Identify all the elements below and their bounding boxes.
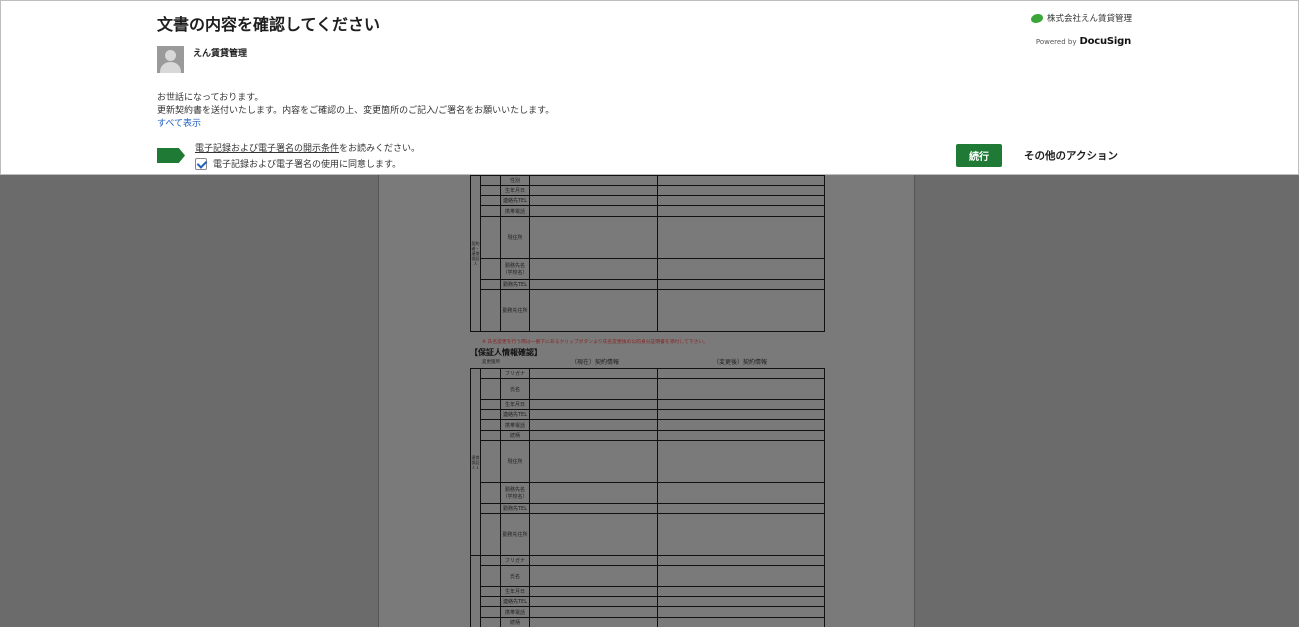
disclosure-text: 電子記録および電子署名の開示条件をお読みください。 [195, 141, 420, 154]
row-label: 氏名 [500, 378, 530, 400]
message-line-1: お世話になっております。 [157, 93, 264, 103]
table-row: 生年月日 [471, 399, 825, 410]
docusign-logo: DocuSign [1079, 36, 1131, 47]
guarantor-table-1: 連帯保証人１ フリガナ 氏名 生年月日 連絡先TEL 携帯電話 続柄 現住所 勤… [470, 368, 825, 556]
row-label: 氏名 [500, 565, 530, 587]
table-row: 勤務先TEL [471, 279, 825, 290]
table-row: フリガナ [470, 555, 825, 627]
agree-label: 電子記録および電子署名の使用に同意します。 [213, 160, 402, 170]
name-change-note: ※ 氏名変更を行う際は一番下にあるクリップボタンより氏名変更後の公的身分証明書を… [482, 340, 708, 345]
more-actions-button[interactable]: その他のアクション [1024, 148, 1118, 163]
avatar-head-icon [165, 50, 176, 61]
row-label: 勤務先住所 [500, 289, 530, 332]
sender-avatar [157, 46, 184, 73]
table-row: 契約者・連帯保証人 性別 [470, 175, 825, 332]
sender-name: えん賃貸管理 [193, 49, 248, 59]
row-label: 勤務先TEL [500, 279, 530, 290]
row-label: 連絡先TEL [500, 596, 530, 607]
row-label: 生年月日 [500, 399, 530, 410]
show-all-link[interactable]: すべて表示 [157, 116, 201, 129]
step-arrow-icon [157, 148, 185, 163]
table-row: 氏名 [471, 565, 825, 587]
powered-prefix: Powered by [1035, 38, 1077, 46]
row-label: 携帯電話 [500, 205, 530, 217]
row-label: フリガナ [500, 555, 530, 566]
table-row: 氏名 [471, 378, 825, 400]
row-label: 生年月日 [500, 586, 530, 597]
table-row: 勤務先住所 [471, 513, 825, 556]
document-viewer[interactable]: 契約者・連帯保証人 性別 生年月日 連絡先TEL 携帯電話 現住所 勤務先名（学… [0, 175, 1299, 627]
table-row: 連絡先TEL [471, 409, 825, 420]
row-label: 勤務先名（学校名） [500, 258, 530, 280]
row-label: 勤務先名（学校名） [500, 482, 530, 504]
company-brand: 株式会社えん賃貸管理 [1030, 12, 1132, 24]
table-row: 携帯電話 [471, 205, 825, 217]
row-label: 連絡先TEL [500, 409, 530, 420]
contract-info-table: 契約者・連帯保証人 性別 生年月日 連絡先TEL 携帯電話 現住所 勤務先名（学… [470, 175, 825, 332]
row-label: 生年月日 [500, 185, 530, 196]
row-label: フリガナ [500, 368, 530, 379]
powered-by: Powered by DocuSign [1036, 36, 1131, 47]
table-row: 携帯電話 [471, 419, 825, 431]
row-label: 連絡先TEL [500, 195, 530, 206]
table-row: 続柄 [471, 430, 825, 441]
continue-button[interactable]: 続行 [956, 144, 1002, 167]
review-header: 文書の内容を確認してください 株式会社えん賃貸管理 Powered by Doc… [0, 0, 1299, 175]
current-info-header: （現在）契約情報 [571, 359, 620, 366]
table-row: 勤務先名（学校名） [471, 482, 825, 504]
table-row: 現住所 [471, 216, 825, 259]
new-info-header: （変更後）契約情報 [713, 359, 768, 366]
table-row: 連帯保証人１ フリガナ [470, 368, 825, 556]
page-title: 文書の内容を確認してください [157, 15, 381, 34]
table-row: 携帯電話 [471, 606, 825, 618]
table-row: 連絡先TEL [471, 596, 825, 607]
row-label: 続柄 [500, 617, 530, 627]
change-subnote: 変更箇所 [482, 360, 500, 365]
agree-checkbox[interactable] [195, 157, 207, 170]
row-label: 携帯電話 [500, 606, 530, 618]
message-line-2: 更新契約書を送付いたします。内容をご確認の上、変更箇所のご記入/ご署名をお願いい… [157, 106, 555, 116]
guarantor-section-title: 【保証人情報確認】 [470, 348, 542, 357]
row-label: 現住所 [500, 440, 530, 483]
row-label: 性別 [500, 175, 530, 186]
row-label: 勤務先住所 [500, 513, 530, 556]
row-label: 勤務先TEL [500, 503, 530, 514]
row-label: 続柄 [500, 430, 530, 441]
table-side-label: 連帯保証人１ [470, 368, 481, 556]
table-row: 勤務先名（学校名） [471, 258, 825, 280]
brand-name: 株式会社えん賃貸管理 [1046, 14, 1132, 24]
table-row: 連絡先TEL [471, 195, 825, 206]
agree-row[interactable]: 電子記録および電子署名の使用に同意します。 [195, 157, 401, 170]
avatar-body-icon [160, 62, 181, 73]
row-label: 現住所 [500, 216, 530, 259]
table-side-label: 契約者・連帯保証人 [470, 175, 481, 332]
table-row: 続柄 [471, 617, 825, 627]
table-row: 生年月日 [471, 185, 825, 196]
table-row: 勤務先住所 [471, 289, 825, 332]
table-row: 生年月日 [471, 586, 825, 597]
guarantor-table-2: フリガナ 氏名 生年月日 連絡先TEL 携帯電話 続柄 [470, 555, 825, 627]
leaf-logo-icon [1030, 13, 1043, 23]
row-label: 携帯電話 [500, 419, 530, 431]
document-page: 契約者・連帯保証人 性別 生年月日 連絡先TEL 携帯電話 現住所 勤務先名（学… [378, 175, 915, 627]
table-row: 勤務先TEL [471, 503, 825, 514]
disclosure-suffix: をお読みください。 [339, 144, 421, 154]
table-row: 現住所 [471, 440, 825, 483]
disclosure-link[interactable]: 電子記録および電子署名の開示条件 [195, 144, 339, 154]
